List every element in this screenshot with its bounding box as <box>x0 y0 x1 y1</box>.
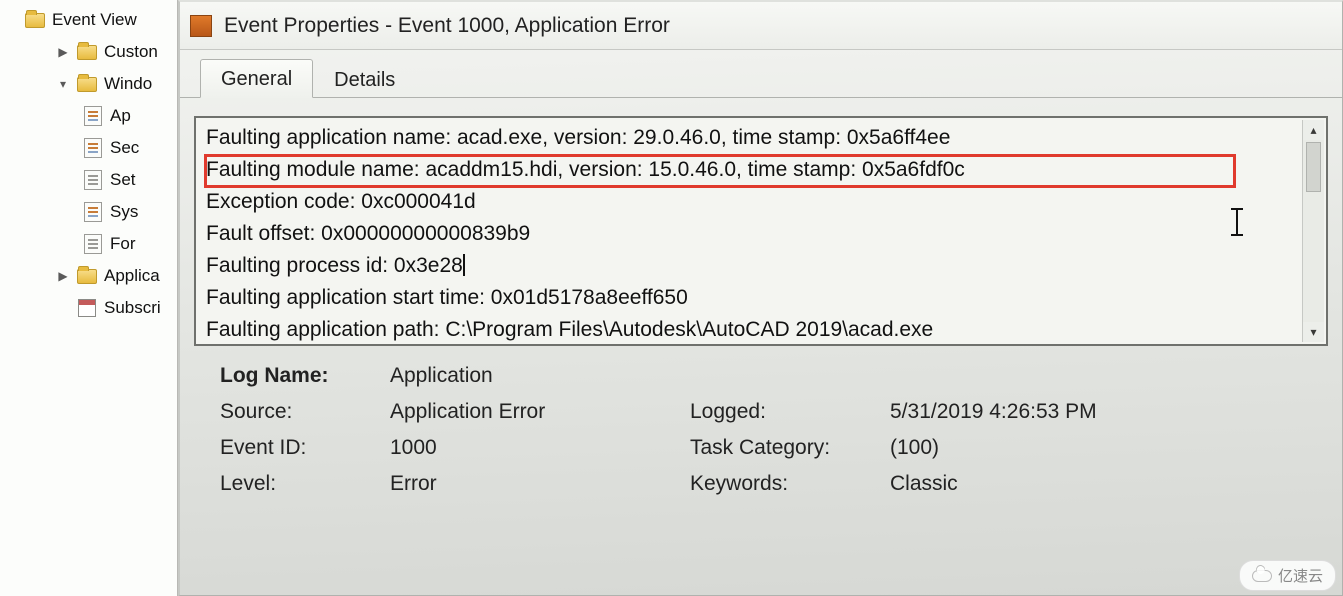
cloud-icon <box>1252 570 1272 582</box>
watermark: 亿速云 <box>1239 560 1336 591</box>
msg-line: Faulting application start time: 0x01d51… <box>206 282 1296 314</box>
log-icon <box>82 201 104 223</box>
tree-label: Set <box>110 170 136 190</box>
tree-root[interactable]: Event View <box>0 4 177 36</box>
msg-line: Fault offset: 0x00000000000839b9 <box>206 218 1296 250</box>
tree-root-label: Event View <box>52 10 137 30</box>
log-icon <box>82 137 104 159</box>
tab-details[interactable]: Details <box>313 60 416 98</box>
event-viewer-tree[interactable]: Event View ▶ Custon ▾ Windo Ap Sec Set S… <box>0 0 178 596</box>
taskcategory-value: (100) <box>890 436 1150 460</box>
tree-forwarded-log[interactable]: For <box>0 228 177 260</box>
folder-icon <box>76 265 98 287</box>
msg-text: Faulting process id: 0x3e28 <box>206 254 463 277</box>
tree-custom-views[interactable]: ▶ Custon <box>0 36 177 68</box>
taskcategory-label: Task Category: <box>690 436 890 460</box>
tree-subscriptions[interactable]: Subscri <box>0 292 177 324</box>
tab-general[interactable]: General <box>200 59 313 98</box>
tree-security-log[interactable]: Sec <box>0 132 177 164</box>
tree-label: Windo <box>104 74 152 94</box>
tree-label: Sec <box>110 138 139 158</box>
chevron-down-icon[interactable]: ▾ <box>56 77 70 91</box>
scroll-thumb[interactable] <box>1306 142 1321 192</box>
tree-applications-services[interactable]: ▶ Applica <box>0 260 177 292</box>
level-value: Error <box>390 472 690 496</box>
msg-line: Faulting application path: C:\Program Fi… <box>206 314 1296 346</box>
event-property-grid: Log Name: Application Source: Applicatio… <box>180 346 1342 496</box>
msg-line: Exception code: 0xc000041d <box>206 186 1296 218</box>
log-icon <box>82 169 104 191</box>
logname-label: Log Name: <box>220 364 390 388</box>
app-icon <box>190 15 212 37</box>
msg-line: Faulting module name: acaddm15.hdi, vers… <box>206 154 1296 186</box>
eventid-label: Event ID: <box>220 436 390 460</box>
tree-system-log[interactable]: Sys <box>0 196 177 228</box>
event-message-textbox[interactable]: Faulting application name: acad.exe, ver… <box>194 116 1328 346</box>
logged-value: 5/31/2019 4:26:53 PM <box>890 400 1150 424</box>
source-value: Application Error <box>390 400 690 424</box>
chevron-right-icon[interactable]: ▶ <box>56 45 70 59</box>
text-caret <box>463 254 465 276</box>
tree-label: Ap <box>110 106 131 126</box>
log-icon <box>82 233 104 255</box>
eventid-value: 1000 <box>390 436 690 460</box>
dialog-title: Event Properties - Event 1000, Applicati… <box>224 14 670 38</box>
subscriptions-icon <box>76 297 98 319</box>
tree-label: For <box>110 234 136 254</box>
tree-label: Sys <box>110 202 138 222</box>
logname-value: Application <box>390 364 690 388</box>
keywords-label: Keywords: <box>690 472 890 496</box>
source-label: Source: <box>220 400 390 424</box>
tree-label: Custon <box>104 42 158 62</box>
scroll-down-button[interactable]: ▾ <box>1303 322 1324 342</box>
logged-label: Logged: <box>690 400 890 424</box>
tab-label: General <box>221 68 292 90</box>
event-viewer-icon <box>24 9 46 31</box>
tree-setup-log[interactable]: Set <box>0 164 177 196</box>
msg-line: Faulting application name: acad.exe, ver… <box>206 122 1296 154</box>
tree-application-log[interactable]: Ap <box>0 100 177 132</box>
folder-icon <box>76 41 98 63</box>
scroll-up-button[interactable]: ▴ <box>1303 120 1324 140</box>
tree-windows-logs[interactable]: ▾ Windo <box>0 68 177 100</box>
dialog-titlebar[interactable]: Event Properties - Event 1000, Applicati… <box>180 2 1342 50</box>
watermark-text: 亿速云 <box>1278 565 1323 586</box>
tab-label: Details <box>334 69 395 91</box>
tab-strip: General Details <box>180 56 1342 98</box>
folder-icon <box>76 73 98 95</box>
log-icon <box>82 105 104 127</box>
level-label: Level: <box>220 472 390 496</box>
scrollbar-vertical[interactable]: ▴ ▾ <box>1302 120 1324 342</box>
chevron-right-icon[interactable]: ▶ <box>56 269 70 283</box>
event-properties-dialog: Event Properties - Event 1000, Applicati… <box>178 0 1343 596</box>
keywords-value: Classic <box>890 472 1150 496</box>
tree-label: Applica <box>104 266 160 286</box>
msg-line: Faulting process id: 0x3e28 <box>206 250 1296 282</box>
tree-label: Subscri <box>104 298 161 318</box>
